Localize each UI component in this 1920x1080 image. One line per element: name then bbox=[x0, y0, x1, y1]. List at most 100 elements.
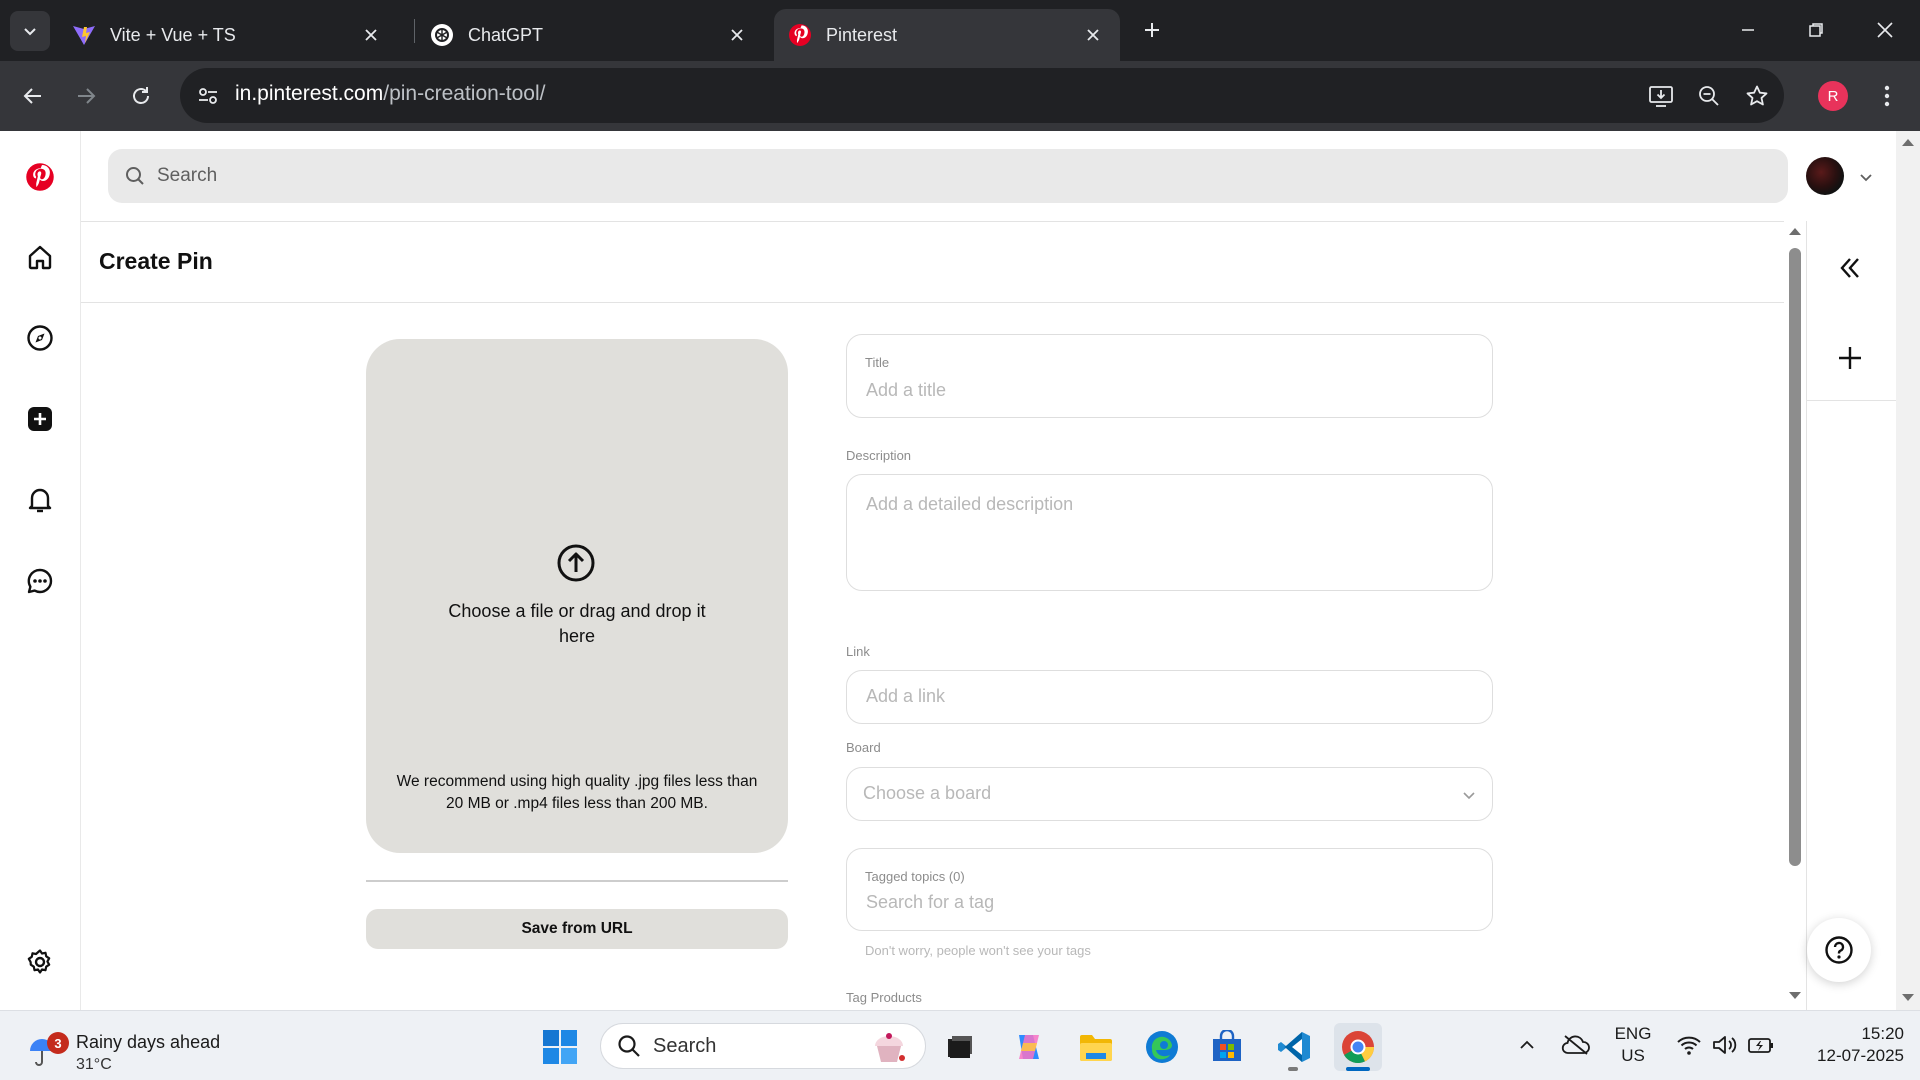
file-explorer-button[interactable] bbox=[1072, 1023, 1120, 1071]
edge-browser-button[interactable] bbox=[1138, 1023, 1186, 1071]
browser-menu-button[interactable] bbox=[1870, 79, 1904, 113]
chevron-down-icon bbox=[24, 28, 36, 36]
chevron-down-icon[interactable] bbox=[1855, 166, 1877, 188]
task-view-button[interactable] bbox=[936, 1023, 984, 1071]
close-icon bbox=[1877, 22, 1893, 38]
folder-icon bbox=[1080, 1035, 1112, 1061]
onedrive-offline-icon bbox=[1561, 1035, 1590, 1055]
tab-search-button[interactable] bbox=[10, 11, 50, 51]
wifi-icon[interactable] bbox=[1674, 1025, 1704, 1065]
volume-icon[interactable] bbox=[1710, 1025, 1740, 1065]
taskbar-search-label: Search bbox=[653, 1034, 717, 1057]
show-hidden-icons-button[interactable] bbox=[1514, 1025, 1540, 1065]
search-input[interactable] bbox=[157, 165, 757, 187]
settings-gear-icon[interactable] bbox=[22, 944, 58, 980]
input-language-indicator[interactable]: ENG US bbox=[1598, 1023, 1668, 1067]
weather-widget[interactable]: 3 Rainy days ahead 31°C bbox=[26, 1023, 256, 1073]
link-placeholder: Add a link bbox=[866, 686, 946, 706]
create-plus-icon[interactable] bbox=[22, 401, 58, 437]
home-icon[interactable] bbox=[22, 239, 58, 275]
zoom-button[interactable] bbox=[1692, 79, 1726, 113]
tab-title: ChatGPT bbox=[468, 24, 544, 45]
page-scrollbar[interactable] bbox=[1896, 131, 1920, 1010]
tag-hint: Don't worry, people won't see your tags bbox=[865, 943, 1091, 958]
reload-icon bbox=[133, 87, 149, 104]
collapse-panel-icon[interactable] bbox=[1832, 250, 1868, 286]
onedrive-button[interactable] bbox=[1558, 1025, 1594, 1065]
board-label: Board bbox=[846, 740, 881, 755]
system-clock[interactable]: 15:20 12-07-2025 bbox=[1786, 1023, 1904, 1067]
taskbar-search[interactable]: Search bbox=[600, 1023, 926, 1069]
url-host: in.pinterest.com bbox=[235, 82, 384, 105]
vscode-button[interactable] bbox=[1270, 1023, 1318, 1071]
left-navigation-rail bbox=[0, 131, 81, 1010]
restore-icon bbox=[1809, 23, 1823, 37]
zoom-out-icon bbox=[1699, 86, 1719, 106]
search-icon bbox=[618, 1035, 640, 1057]
title-field[interactable]: Title Add a title bbox=[846, 334, 1493, 418]
running-indicator bbox=[1288, 1067, 1298, 1071]
install-icon bbox=[1649, 86, 1673, 107]
install-app-button[interactable] bbox=[1644, 79, 1678, 113]
lang-line1: ENG bbox=[1614, 1024, 1652, 1043]
microsoft-store-button[interactable] bbox=[1203, 1023, 1251, 1071]
add-draft-plus-icon[interactable] bbox=[1832, 340, 1868, 376]
description-label: Description bbox=[846, 448, 912, 463]
scroll-down-arrow-icon[interactable] bbox=[1788, 991, 1802, 1001]
chevron-up-icon bbox=[1520, 1040, 1534, 1049]
restore-button[interactable] bbox=[1793, 8, 1839, 52]
board-select[interactable]: Choose a board bbox=[846, 767, 1493, 821]
scroll-up-arrow-icon[interactable] bbox=[1901, 137, 1915, 147]
plus-icon bbox=[1145, 23, 1159, 37]
more-vertical-icon bbox=[1884, 85, 1890, 107]
tab-pinterest[interactable]: Pinterest bbox=[774, 9, 1120, 61]
divider bbox=[1806, 400, 1896, 401]
close-icon[interactable] bbox=[1078, 20, 1108, 50]
vite-icon bbox=[72, 23, 96, 47]
forward-button[interactable] bbox=[66, 76, 106, 116]
divider bbox=[366, 880, 788, 882]
pinterest-search-bar[interactable] bbox=[108, 149, 1788, 203]
explore-compass-icon[interactable] bbox=[22, 320, 58, 356]
title-label: Title bbox=[865, 355, 890, 370]
battery-icon[interactable] bbox=[1745, 1025, 1777, 1065]
site-settings-icon[interactable] bbox=[194, 82, 222, 110]
close-icon[interactable] bbox=[356, 20, 386, 50]
copilot-button[interactable] bbox=[1005, 1023, 1053, 1071]
scroll-up-arrow-icon[interactable] bbox=[1788, 226, 1802, 236]
file-upload-dropzone[interactable]: Choose a file or drag and drop it here W… bbox=[366, 339, 788, 853]
page-title: Create Pin bbox=[99, 248, 213, 274]
minimize-button[interactable] bbox=[1725, 8, 1771, 52]
tab-vite[interactable]: Vite + Vue + TS bbox=[58, 9, 398, 61]
divider bbox=[81, 221, 1784, 222]
scrollbar-thumb[interactable] bbox=[1789, 248, 1801, 866]
arrow-left-icon bbox=[23, 88, 41, 104]
help-button[interactable] bbox=[1807, 918, 1871, 982]
tab-separator bbox=[414, 19, 415, 43]
notifications-bell-icon[interactable] bbox=[22, 482, 58, 518]
tab-chatgpt[interactable]: ChatGPT bbox=[416, 9, 764, 61]
scroll-down-arrow-icon[interactable] bbox=[1901, 993, 1915, 1003]
pinterest-logo-icon[interactable] bbox=[22, 159, 58, 195]
windows-taskbar: 3 Rainy days ahead 31°C Search ENG US 15… bbox=[0, 1010, 1920, 1080]
messages-icon[interactable] bbox=[22, 563, 58, 599]
reload-button[interactable] bbox=[121, 76, 161, 116]
save-from-url-button[interactable]: Save from URL bbox=[366, 909, 788, 949]
bookmark-button[interactable] bbox=[1740, 79, 1774, 113]
account-avatar[interactable] bbox=[1806, 157, 1844, 195]
address-bar[interactable]: in.pinterest.com/pin-creation-tool/ bbox=[180, 68, 1784, 123]
back-button[interactable] bbox=[13, 76, 53, 116]
tagged-topics-field[interactable]: Tagged topics (0) Search for a tag bbox=[846, 848, 1493, 931]
new-tab-button[interactable] bbox=[1136, 12, 1168, 48]
link-field[interactable]: Add a link bbox=[846, 670, 1493, 724]
clock-date: 12-07-2025 bbox=[1817, 1046, 1904, 1065]
window-close-button[interactable] bbox=[1862, 8, 1908, 52]
close-icon[interactable] bbox=[722, 20, 752, 50]
description-field[interactable]: Add a detailed description bbox=[846, 474, 1493, 591]
upload-arrow-icon bbox=[556, 543, 596, 583]
tagged-topics-placeholder: Search for a tag bbox=[866, 892, 995, 912]
profile-avatar-button[interactable]: R bbox=[1818, 81, 1848, 111]
star-icon bbox=[1746, 85, 1768, 106]
chrome-button[interactable] bbox=[1334, 1023, 1382, 1071]
start-button[interactable] bbox=[536, 1023, 584, 1071]
